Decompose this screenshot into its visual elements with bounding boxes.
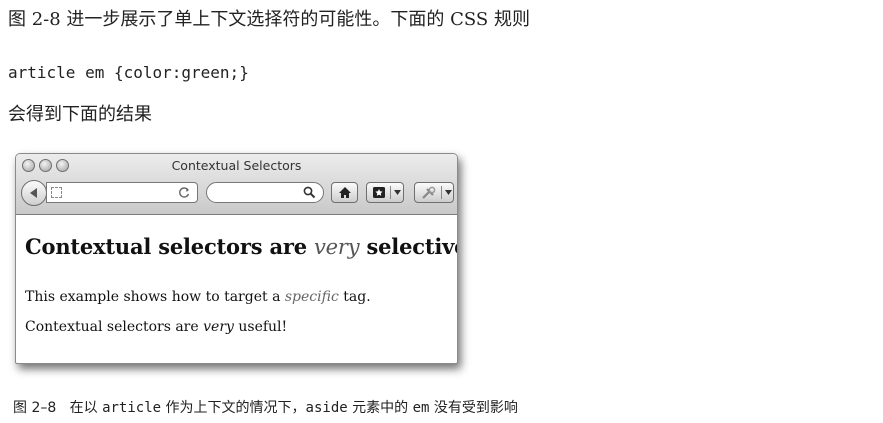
button-separator (441, 186, 442, 199)
search-input[interactable] (206, 182, 324, 203)
paragraph-text: This example shows how to target a (25, 289, 285, 305)
tools-button[interactable] (414, 182, 454, 203)
caption-text: 作为上下文的情况下， (161, 400, 306, 416)
paragraph-text-end: tag. (338, 289, 371, 305)
caption-text: 元素中的 (347, 400, 413, 416)
paragraph-text-end: useful! (233, 319, 288, 335)
bookmarks-button[interactable] (366, 182, 404, 203)
paragraph-text: Contextual selectors are (25, 319, 204, 335)
page-content: Contextual selectors are very selective … (16, 215, 457, 363)
window-title: Contextual Selectors (171, 158, 302, 173)
paragraph-emphasis: very (203, 319, 234, 335)
tools-icon (422, 186, 436, 199)
caption-text: 在以 (69, 400, 103, 416)
browser-toolbar: Contextual Selectors (16, 154, 457, 215)
bookmarks-icon (373, 187, 385, 198)
caption-code: aside (305, 400, 348, 416)
home-icon (339, 187, 351, 198)
chevron-down-icon (445, 190, 452, 195)
home-button[interactable] (331, 182, 358, 203)
search-icon (303, 186, 316, 199)
page-heading: Contextual selectors are very selective (25, 234, 458, 259)
button-separator (390, 186, 391, 199)
caption-code: article (102, 400, 162, 416)
content-paragraph-2: Contextual selectors are very useful! (25, 319, 287, 335)
chevron-down-icon (394, 190, 401, 195)
heading-text: Contextual selectors are (25, 234, 314, 259)
favicon-icon (51, 187, 62, 198)
reload-icon[interactable] (178, 186, 191, 199)
caption-text: 没有受到影响 (429, 400, 518, 416)
heading-text-end: selective (359, 234, 458, 259)
caption-label: 图 2–8 (13, 400, 57, 416)
css-code-line: article em {color:green;} (8, 63, 249, 82)
content-paragraph-1: This example shows how to target a speci… (25, 289, 371, 305)
intro-paragraph: 图 2-8 进一步展示了单上下文选择符的可能性。下面的 CSS 规则 (8, 9, 530, 30)
back-button[interactable] (21, 180, 47, 206)
caption-code: em (412, 400, 430, 416)
back-arrow-icon (30, 188, 37, 198)
browser-window-figure: Contextual Selectors Contextual selector… (15, 153, 458, 364)
paragraph-emphasis: specific (284, 289, 339, 305)
url-input[interactable] (46, 182, 198, 203)
figure-caption: 图 2–8 在以 article 作为上下文的情况下，aside 元素中的 em… (13, 397, 518, 417)
result-paragraph: 会得到下面的结果 (8, 104, 152, 125)
heading-emphasis: very (314, 235, 360, 259)
